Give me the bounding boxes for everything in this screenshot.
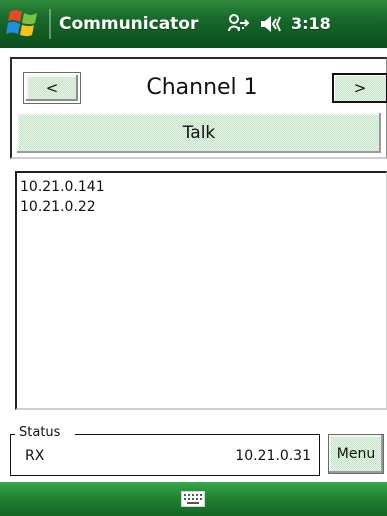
menu-button[interactable]: Menu	[328, 434, 384, 474]
list-item[interactable]: 10.21.0.141	[20, 177, 386, 197]
previous-channel-button[interactable]: <	[23, 72, 81, 104]
peer-list[interactable]: 10.21.0.141 10.21.0.22	[15, 171, 387, 410]
volume-icon[interactable]	[259, 13, 283, 35]
status-label: Status	[17, 424, 63, 442]
windows-start-logo-icon[interactable]	[4, 7, 44, 41]
status-group: Status RX 10.21.0.31	[10, 424, 320, 476]
bottom-bar	[0, 482, 387, 516]
connectivity-icon[interactable]	[225, 13, 253, 35]
channel-title: Channel 1	[146, 75, 258, 100]
title-separator	[49, 9, 51, 39]
keyboard-icon[interactable]	[181, 491, 205, 511]
title-bar: Communicator 3:18	[0, 0, 387, 48]
status-icons: 3:18	[225, 10, 331, 38]
list-item[interactable]: 10.21.0.22	[20, 197, 386, 217]
next-channel-button[interactable]: >	[332, 73, 387, 103]
app-title: Communicator	[59, 14, 199, 34]
status-ip-address: 10.21.0.31	[235, 448, 311, 464]
channel-panel: < Channel 1 > Talk	[10, 57, 387, 159]
clock[interactable]: 3:18	[291, 10, 331, 38]
talk-button[interactable]: Talk	[16, 112, 382, 154]
status-state: RX	[25, 448, 45, 464]
